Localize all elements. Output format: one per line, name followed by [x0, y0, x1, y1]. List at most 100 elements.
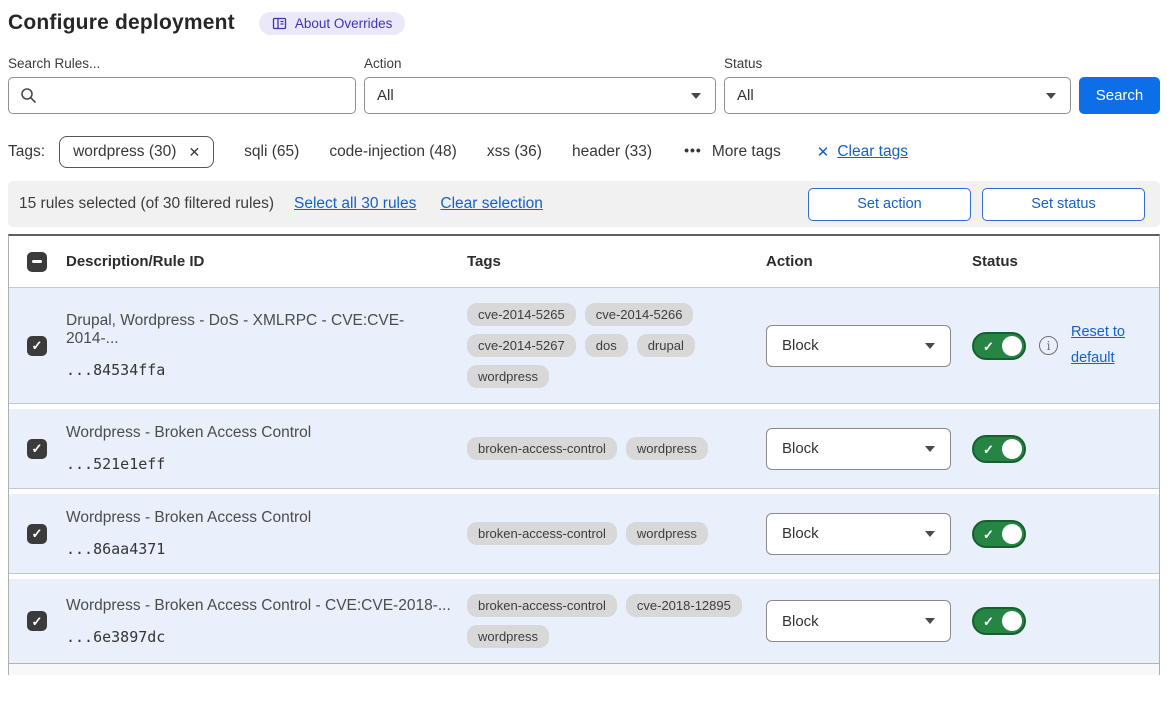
check-icon: ✓ [983, 339, 994, 355]
rule-id: ...521e1eff [66, 455, 455, 473]
status-filter-label: Status [724, 56, 1071, 71]
tags-label: Tags: [8, 143, 45, 161]
rule-id: ...86aa4371 [66, 540, 455, 558]
row-checkbox[interactable]: ✓ [27, 439, 47, 459]
select-all-link[interactable]: Select all 30 rules [294, 195, 416, 213]
check-icon: ✓ [32, 339, 43, 352]
tag-option[interactable]: xss (36) [487, 143, 542, 160]
rule-description: Wordpress - Broken Access Control [66, 509, 455, 527]
search-rules-input[interactable] [8, 77, 356, 114]
action-filter-select[interactable]: All [364, 77, 716, 114]
action-select[interactable]: Block [766, 513, 951, 555]
action-select[interactable]: Block [766, 325, 951, 367]
table-row: ✓ Wordpress - Broken Access Control ...5… [9, 409, 1159, 488]
about-overrides-label: About Overrides [295, 16, 393, 31]
row-checkbox[interactable]: ✓ [27, 524, 47, 544]
selected-tag-wordpress[interactable]: wordpress (30) ✕ [59, 136, 214, 168]
tag-chip: broken-access-control [467, 522, 617, 545]
table-row: ✓ Wordpress - Broken Access Control - CV… [9, 579, 1159, 663]
action-filter-label: Action [364, 56, 716, 71]
book-icon [272, 16, 287, 31]
select-all-checkbox[interactable] [27, 252, 47, 272]
check-icon: ✓ [983, 614, 994, 630]
rule-description: Drupal, Wordpress - DoS - XMLRPC - CVE:C… [66, 312, 455, 348]
info-icon[interactable]: i [1039, 336, 1058, 355]
tag-chip: wordpress [467, 625, 549, 648]
column-header-description: Description/Rule ID [66, 253, 467, 270]
action-select[interactable]: Block [766, 600, 951, 642]
row-checkbox[interactable]: ✓ [27, 611, 47, 631]
selection-summary: 15 rules selected (of 30 filtered rules) [19, 195, 274, 213]
check-icon: ✓ [983, 442, 994, 458]
row-checkbox[interactable]: ✓ [27, 336, 47, 356]
more-tags-label: More tags [712, 143, 781, 161]
rule-id: ...84534ffa [66, 361, 455, 379]
filters-row: Search Rules... Action All Status All [8, 56, 1160, 114]
search-button[interactable]: Search [1079, 77, 1160, 114]
status-toggle[interactable]: ✓ [972, 435, 1026, 463]
page-title: Configure deployment [8, 11, 235, 35]
status-filter-select[interactable]: All [724, 77, 1071, 114]
search-rules-label: Search Rules... [8, 56, 356, 71]
column-header-status: Status [972, 253, 1159, 270]
action-filter-value: All [377, 87, 394, 104]
reset-to-default-link[interactable]: Reset to default [1071, 320, 1137, 371]
tag-options: sqli (65) code-injection (48) xss (36) head… [214, 143, 652, 161]
chevron-down-icon [691, 93, 701, 99]
check-icon: ✓ [32, 442, 43, 455]
about-overrides-badge[interactable]: About Overrides [259, 12, 406, 35]
table-row: ✓ Wordpress - Broken Access Control ...8… [9, 494, 1159, 573]
check-icon: ✓ [32, 527, 43, 540]
ellipsis-icon: ••• [684, 142, 702, 158]
clear-tags-link[interactable]: ✕ Clear tags [817, 143, 908, 161]
action-value: Block [782, 440, 819, 457]
chevron-down-icon [925, 343, 935, 349]
tag-option[interactable]: sqli (65) [244, 143, 299, 160]
rule-description: Wordpress - Broken Access Control [66, 424, 455, 442]
tag-chip: wordpress [467, 365, 549, 388]
tag-option[interactable]: code-injection (48) [329, 143, 457, 160]
tag-chip: wordpress [626, 522, 708, 545]
table-row: ✓ Drupal, Wordpress - DoS - XMLRPC - CVE… [9, 288, 1159, 403]
check-icon: ✓ [983, 527, 994, 543]
tag-chip: drupal [637, 334, 695, 357]
tag-chip: cve-2014-5265 [467, 303, 576, 326]
chevron-down-icon [925, 618, 935, 624]
status-toggle[interactable]: ✓ [972, 520, 1026, 548]
action-value: Block [782, 525, 819, 542]
row-tags: broken-access-control wordpress [467, 437, 746, 460]
toggle-knob [1002, 439, 1022, 459]
status-toggle[interactable]: ✓ [972, 332, 1026, 360]
set-action-button[interactable]: Set action [808, 188, 971, 221]
action-value: Block [782, 337, 819, 354]
chevron-down-icon [925, 531, 935, 537]
tag-chip: cve-2014-5266 [585, 303, 694, 326]
rule-id: ...6e3897dc [66, 628, 455, 646]
tag-chip: broken-access-control [467, 594, 617, 617]
action-select[interactable]: Block [766, 428, 951, 470]
tags-bar: Tags: wordpress (30) ✕ sqli (65) code-inj… [8, 136, 1160, 168]
column-header-tags: Tags [467, 253, 766, 270]
status-toggle[interactable]: ✓ [972, 607, 1026, 635]
tag-chip: dos [585, 334, 628, 357]
set-status-button[interactable]: Set status [982, 188, 1145, 221]
close-icon: ✕ [817, 143, 830, 161]
clear-selection-link[interactable]: Clear selection [440, 195, 543, 213]
rules-table: Description/Rule ID Tags Action Status ✓… [8, 234, 1160, 675]
table-header-row: Description/Rule ID Tags Action Status [9, 236, 1159, 288]
row-tags: broken-access-control wordpress [467, 522, 746, 545]
remove-tag-icon[interactable]: ✕ [188, 144, 200, 161]
search-icon [20, 87, 37, 104]
toggle-knob [1002, 524, 1022, 544]
tag-option[interactable]: header (33) [572, 143, 652, 160]
tag-chip: broken-access-control [467, 437, 617, 460]
selection-bar: 15 rules selected (of 30 filtered rules)… [8, 181, 1160, 227]
table-body: ✓ Drupal, Wordpress - DoS - XMLRPC - CVE… [9, 288, 1159, 663]
table-next-row-clipped [9, 663, 1159, 675]
selected-tag-label: wordpress (30) [73, 143, 176, 161]
more-tags-button[interactable]: ••• More tags [684, 143, 781, 161]
toggle-knob [1002, 611, 1022, 631]
tag-chip: cve-2014-5267 [467, 334, 576, 357]
column-header-action: Action [766, 253, 972, 270]
tag-chip: wordpress [626, 437, 708, 460]
